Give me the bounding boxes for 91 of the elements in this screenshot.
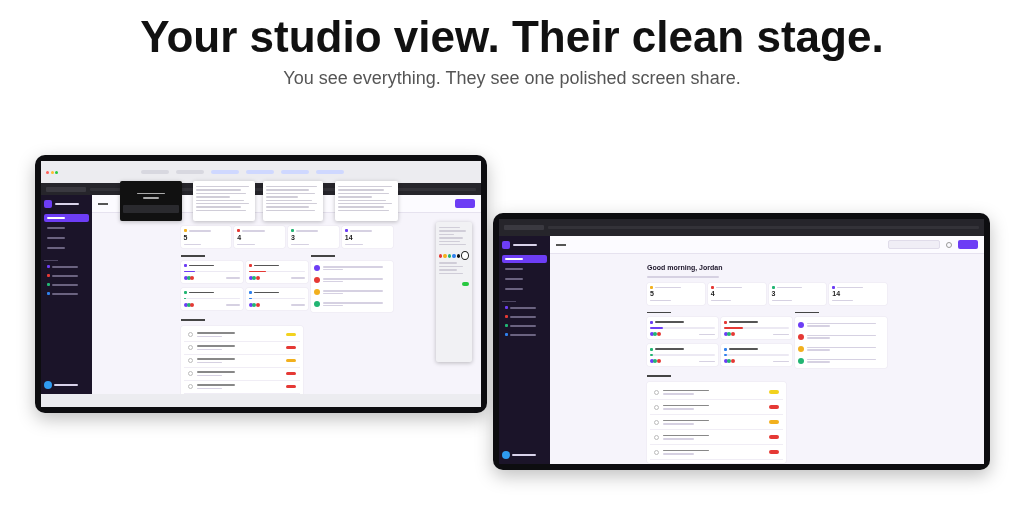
project-card[interactable] (647, 317, 718, 340)
text-line (698, 333, 715, 336)
avatar-group (183, 302, 194, 307)
text-line (291, 243, 309, 244)
nav-item[interactable] (502, 255, 547, 263)
project-card[interactable] (720, 317, 792, 340)
text-line (349, 230, 373, 232)
text-line (772, 333, 789, 336)
text-line (188, 230, 211, 232)
text-line (253, 264, 280, 267)
text-line (188, 264, 214, 267)
app-logo-icon (502, 241, 510, 249)
text-line (54, 384, 78, 386)
text-line (715, 286, 742, 289)
text-line (728, 348, 759, 350)
text-line (344, 243, 363, 244)
project-card[interactable] (245, 287, 309, 310)
text-line (502, 301, 516, 303)
text-line (137, 193, 165, 195)
avatar-group (650, 332, 661, 337)
project-card[interactable] (720, 344, 792, 367)
color-swatch[interactable] (461, 251, 469, 261)
text-line (647, 276, 719, 278)
text-line (311, 255, 336, 257)
text-line (655, 348, 685, 350)
avatar (502, 451, 510, 459)
text-line (183, 243, 202, 244)
text-line (772, 360, 789, 363)
text-line (728, 321, 759, 323)
text-line (832, 300, 853, 301)
window-controls-icon[interactable] (46, 170, 58, 174)
text-line (296, 230, 319, 232)
color-swatch[interactable] (456, 253, 461, 258)
project-card[interactable] (245, 260, 309, 283)
text-line (510, 325, 536, 327)
text-line (837, 286, 864, 289)
avatar-group (183, 275, 194, 280)
text-line (225, 277, 240, 279)
app-logo-icon (44, 200, 52, 208)
text-line (510, 307, 536, 309)
new-task-button[interactable] (958, 240, 978, 249)
avatar-group (248, 275, 260, 280)
text-line (776, 286, 803, 289)
input-field[interactable] (123, 204, 179, 213)
text-line (794, 311, 819, 314)
text-line (55, 203, 79, 205)
text-line (180, 255, 205, 257)
text-line (180, 318, 205, 321)
project-card[interactable] (180, 260, 243, 283)
text-line (655, 321, 685, 323)
avatar-group (650, 359, 661, 364)
nav-item[interactable] (44, 214, 89, 222)
color-swatch[interactable] (452, 253, 456, 258)
text-line (52, 284, 78, 286)
text-line (655, 286, 681, 289)
color-swatch[interactable] (439, 253, 443, 258)
text-line (650, 300, 671, 301)
avatar-group (248, 302, 260, 307)
text-line (647, 311, 671, 314)
text-line (647, 375, 671, 378)
project-card[interactable] (180, 287, 243, 310)
text-line (253, 291, 280, 294)
text-line (52, 275, 78, 277)
text-line (52, 266, 78, 268)
color-swatch[interactable] (443, 253, 447, 258)
avatar-group (723, 359, 735, 364)
text-line (698, 360, 715, 363)
text-line (513, 244, 537, 246)
toggle-switch[interactable] (462, 281, 469, 286)
text-line (188, 291, 214, 294)
text-line (710, 300, 732, 301)
text-line (291, 277, 306, 279)
text-line (512, 454, 536, 456)
avatar-group (723, 332, 735, 337)
text-line (225, 304, 240, 306)
text-line (44, 260, 58, 262)
text-line (771, 300, 793, 301)
color-swatch[interactable] (447, 253, 452, 258)
subheadline: You see everything. They see one polished screen share. (282, 68, 742, 89)
new-task-button[interactable] (455, 199, 475, 208)
text-line (510, 316, 536, 318)
text-line (52, 293, 78, 295)
text-line (291, 304, 306, 306)
text-line (142, 197, 160, 199)
project-card[interactable] (647, 344, 718, 367)
text-line (510, 334, 536, 336)
search-field[interactable] (888, 240, 940, 249)
text-line (242, 230, 265, 232)
text-line (237, 243, 256, 244)
headline: Your studio view. Their clean stage. (139, 12, 885, 62)
avatar (44, 381, 52, 389)
